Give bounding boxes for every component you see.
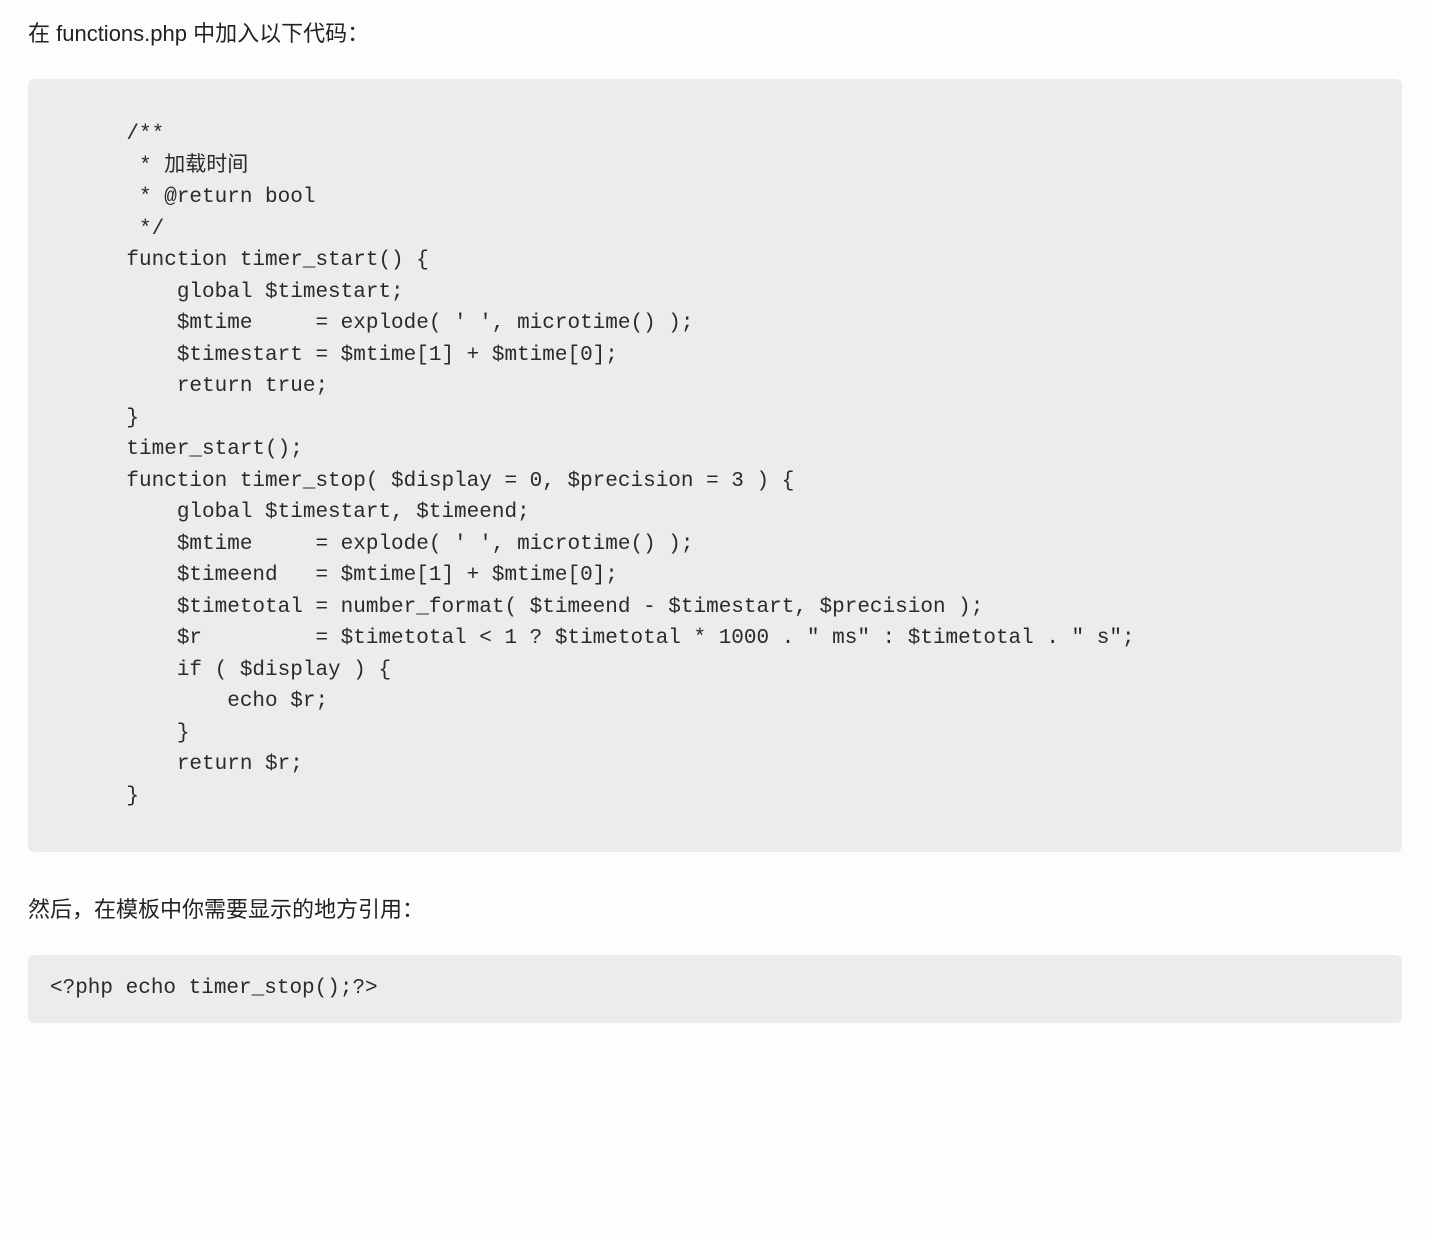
intro-paragraph: 在 functions.php 中加入以下代码：	[28, 16, 1402, 51]
code-block-usage[interactable]: <?php echo timer_stop();?>	[28, 955, 1402, 1023]
code-block-functions[interactable]: /** * 加载时间 * @return bool */ function ti…	[28, 79, 1402, 852]
outro-paragraph: 然后，在模板中你需要显示的地方引用：	[28, 892, 1402, 927]
